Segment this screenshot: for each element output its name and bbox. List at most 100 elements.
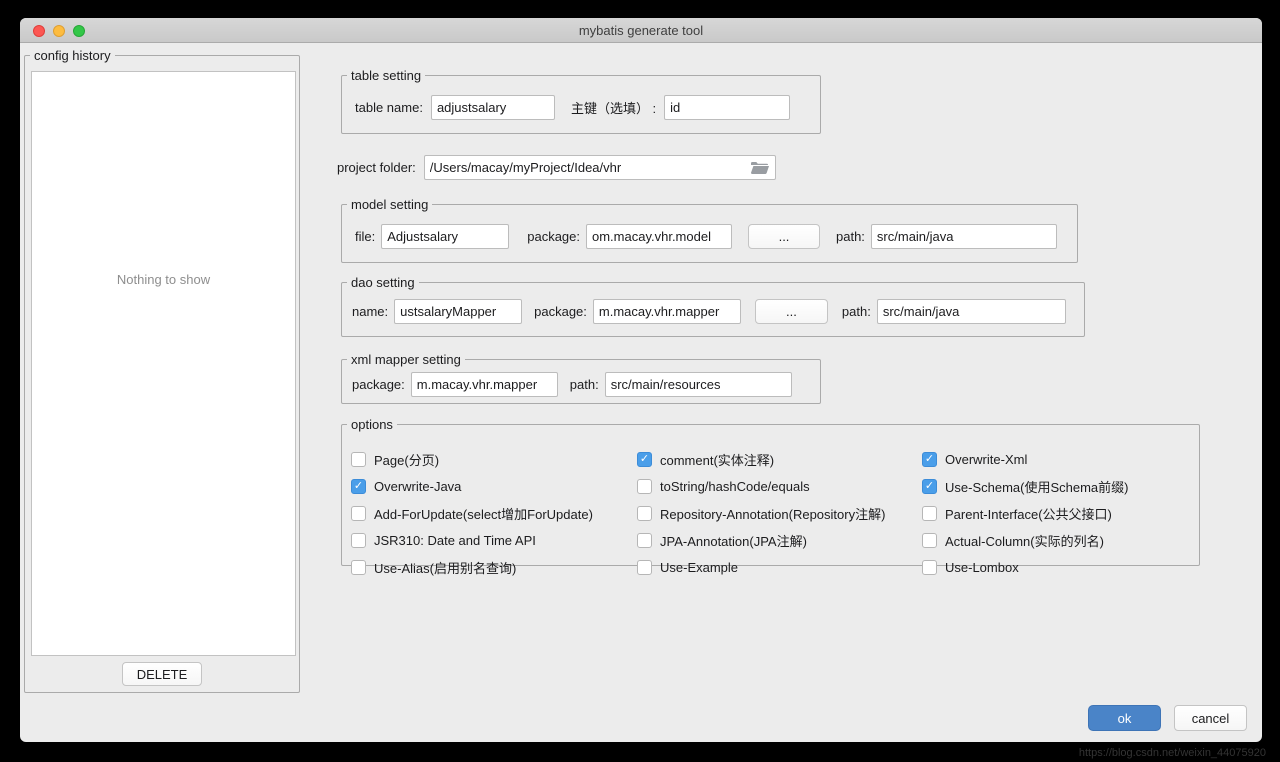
option-use-alias[interactable]: ✓ Use-Alias(启用别名查询) bbox=[351, 554, 637, 581]
option-label: Use-Schema(使用Schema前缀) bbox=[945, 477, 1129, 496]
dao-setting-title: dao setting bbox=[347, 275, 419, 290]
checkbox-icon[interactable]: ✓ bbox=[637, 452, 652, 467]
dao-package-label: package: bbox=[534, 304, 587, 319]
table-setting-panel: table setting table name: 主键（选填） : bbox=[341, 68, 821, 134]
option-overwrite-java[interactable]: ✓ Overwrite-Java bbox=[351, 473, 637, 500]
xml-mapper-setting-title: xml mapper setting bbox=[347, 352, 465, 367]
mybatis-generate-tool-window: mybatis generate tool config history Not… bbox=[20, 18, 1262, 742]
table-name-input[interactable] bbox=[431, 95, 555, 120]
option-label: JPA-Annotation(JPA注解) bbox=[660, 531, 807, 550]
project-folder-label: project folder: bbox=[337, 160, 416, 175]
checkbox-icon[interactable]: ✓ bbox=[922, 506, 937, 521]
checkbox-icon[interactable]: ✓ bbox=[351, 479, 366, 494]
xml-path-label: path: bbox=[570, 377, 599, 392]
zoom-button[interactable] bbox=[73, 25, 85, 37]
checkbox-icon[interactable]: ✓ bbox=[922, 560, 937, 575]
option-use-schema[interactable]: ✓ Use-Schema(使用Schema前缀) bbox=[922, 473, 1199, 500]
option-label: Repository-Annotation(Repository注解) bbox=[660, 504, 885, 523]
project-folder-input[interactable] bbox=[424, 155, 776, 180]
checkbox-icon[interactable]: ✓ bbox=[922, 479, 937, 494]
xml-path-input[interactable] bbox=[605, 372, 792, 397]
option-label: Page(分页) bbox=[374, 450, 439, 469]
option-label: toString/hashCode/equals bbox=[660, 479, 810, 494]
check-icon: ✓ bbox=[925, 454, 934, 465]
model-package-label: package: bbox=[527, 229, 580, 244]
option-page[interactable]: ✓ Page(分页) bbox=[351, 446, 637, 473]
checkbox-icon[interactable]: ✓ bbox=[351, 506, 366, 521]
xml-package-label: package: bbox=[352, 377, 405, 392]
option-label: JSR310: Date and Time API bbox=[374, 533, 536, 548]
xml-mapper-setting-panel: xml mapper setting package: path: bbox=[341, 352, 821, 404]
option-comment[interactable]: ✓ comment(实体注释) bbox=[637, 446, 922, 473]
primary-key-input[interactable] bbox=[664, 95, 790, 120]
option-label: Add-ForUpdate(select增加ForUpdate) bbox=[374, 504, 593, 523]
option-use-lombox[interactable]: ✓ Use-Lombox bbox=[922, 554, 1199, 581]
option-label: Use-Lombox bbox=[945, 560, 1019, 575]
option-overwrite-xml[interactable]: ✓ Overwrite-Xml bbox=[922, 446, 1199, 473]
dao-path-label: path: bbox=[842, 304, 871, 319]
dao-name-input[interactable] bbox=[394, 299, 522, 324]
dao-path-input[interactable] bbox=[877, 299, 1066, 324]
dao-package-input[interactable] bbox=[593, 299, 741, 324]
checkbox-icon[interactable]: ✓ bbox=[351, 560, 366, 575]
option-label: comment(实体注释) bbox=[660, 450, 774, 469]
checkbox-icon[interactable]: ✓ bbox=[637, 560, 652, 575]
checkbox-icon[interactable]: ✓ bbox=[351, 452, 366, 467]
checkbox-icon[interactable]: ✓ bbox=[922, 533, 937, 548]
checkbox-icon[interactable]: ✓ bbox=[637, 533, 652, 548]
option-jpa-annotation[interactable]: ✓ JPA-Annotation(JPA注解) bbox=[637, 527, 922, 554]
folder-icon[interactable] bbox=[751, 161, 769, 179]
dao-setting-panel: dao setting name: package: ... path: bbox=[341, 275, 1085, 337]
model-file-label: file: bbox=[355, 229, 375, 244]
model-path-label: path: bbox=[836, 229, 865, 244]
option-use-example[interactable]: ✓ Use-Example bbox=[637, 554, 922, 581]
config-history-list[interactable]: Nothing to show bbox=[31, 71, 296, 656]
model-file-input[interactable] bbox=[381, 224, 509, 249]
option-add-forupdate[interactable]: ✓ Add-ForUpdate(select增加ForUpdate) bbox=[351, 500, 637, 527]
checkbox-icon[interactable]: ✓ bbox=[637, 506, 652, 521]
check-icon: ✓ bbox=[354, 481, 363, 492]
option-parent-interface[interactable]: ✓ Parent-Interface(公共父接口) bbox=[922, 500, 1199, 527]
config-history-panel: config history Nothing to show DELETE bbox=[24, 48, 300, 693]
traffic-lights bbox=[33, 25, 85, 37]
model-setting-title: model setting bbox=[347, 197, 432, 212]
model-package-input[interactable] bbox=[586, 224, 732, 249]
option-jsr310[interactable]: ✓ JSR310: Date and Time API bbox=[351, 527, 637, 554]
option-label: Use-Alias(启用别名查询) bbox=[374, 558, 516, 577]
ok-button[interactable]: ok bbox=[1088, 705, 1161, 731]
dao-browse-button[interactable]: ... bbox=[755, 299, 828, 324]
option-label: Use-Example bbox=[660, 560, 738, 575]
delete-button[interactable]: DELETE bbox=[122, 662, 202, 686]
empty-list-text: Nothing to show bbox=[32, 272, 295, 287]
option-label: Overwrite-Xml bbox=[945, 452, 1027, 467]
model-path-input[interactable] bbox=[871, 224, 1057, 249]
model-browse-button[interactable]: ... bbox=[748, 224, 820, 249]
model-setting-panel: model setting file: package: ... path: bbox=[341, 197, 1078, 263]
checkbox-icon[interactable]: ✓ bbox=[637, 479, 652, 494]
window-title: mybatis generate tool bbox=[20, 18, 1262, 43]
minimize-button[interactable] bbox=[53, 25, 65, 37]
option-label: Actual-Column(实际的列名) bbox=[945, 531, 1104, 550]
checkbox-icon[interactable]: ✓ bbox=[351, 533, 366, 548]
check-icon: ✓ bbox=[640, 454, 649, 465]
option-label: Overwrite-Java bbox=[374, 479, 461, 494]
config-history-title: config history bbox=[30, 48, 115, 63]
dao-name-label: name: bbox=[352, 304, 388, 319]
cancel-button[interactable]: cancel bbox=[1174, 705, 1247, 731]
option-label: Parent-Interface(公共父接口) bbox=[945, 504, 1112, 523]
titlebar[interactable]: mybatis generate tool bbox=[20, 18, 1262, 43]
screen-background: mybatis generate tool config history Not… bbox=[0, 0, 1280, 762]
option-tostring-hashcode[interactable]: ✓ toString/hashCode/equals bbox=[637, 473, 922, 500]
option-repository-annotation[interactable]: ✓ Repository-Annotation(Repository注解) bbox=[637, 500, 922, 527]
checkbox-icon[interactable]: ✓ bbox=[922, 452, 937, 467]
option-actual-column[interactable]: ✓ Actual-Column(实际的列名) bbox=[922, 527, 1199, 554]
xml-package-input[interactable] bbox=[411, 372, 558, 397]
options-title: options bbox=[347, 417, 397, 432]
table-setting-title: table setting bbox=[347, 68, 425, 83]
watermark-text: https://blog.csdn.net/weixin_44075920 bbox=[1079, 747, 1266, 759]
check-icon: ✓ bbox=[925, 481, 934, 492]
close-button[interactable] bbox=[33, 25, 45, 37]
options-panel: options ✓ Page(分页) ✓ Overwrite-Java ✓ Add-F… bbox=[341, 417, 1200, 566]
primary-key-label: 主键（选填） : bbox=[571, 98, 656, 117]
options-grid: ✓ Page(分页) ✓ Overwrite-Java ✓ Add-ForUpdate… bbox=[351, 446, 1199, 581]
